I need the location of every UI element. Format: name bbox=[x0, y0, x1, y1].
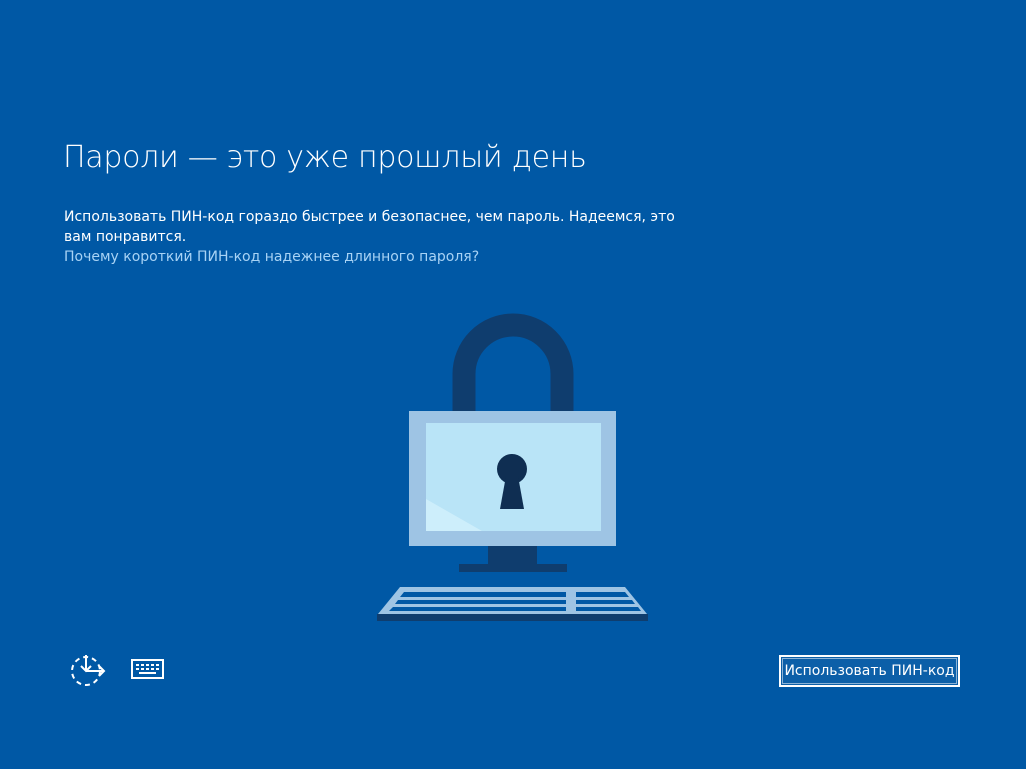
lock-shackle bbox=[452, 313, 574, 412]
ease-of-access-icon[interactable] bbox=[66, 652, 108, 692]
keyboard-icon[interactable] bbox=[130, 657, 166, 683]
use-pin-button[interactable]: Использовать ПИН-код bbox=[779, 655, 960, 687]
pin-help-link[interactable]: Почему короткий ПИН-код надежнее длинног… bbox=[64, 247, 479, 267]
monitor-base bbox=[459, 564, 567, 572]
page-description: Использовать ПИН-код гораздо быстрее и б… bbox=[64, 209, 675, 245]
lock-computer-illustration bbox=[377, 313, 648, 621]
monitor-neck bbox=[488, 546, 537, 564]
page-title: Пароли — это уже прошлый день bbox=[63, 140, 587, 175]
keyboard-illustration bbox=[377, 587, 648, 621]
